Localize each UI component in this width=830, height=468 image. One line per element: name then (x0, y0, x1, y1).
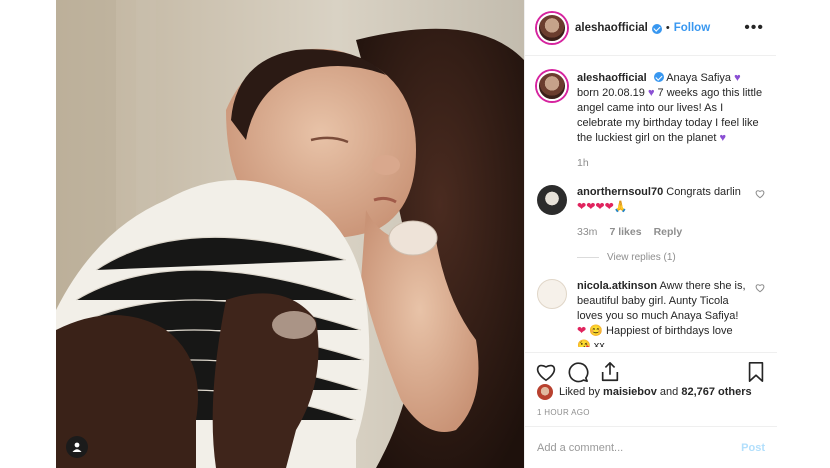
caption-text-2: born 20.08.19 (577, 87, 645, 99)
purple-heart-icon: ♥ (647, 87, 655, 99)
header-separator: • (665, 21, 670, 34)
view-replies-link[interactable]: View replies (1) (577, 250, 749, 265)
post-comment-button[interactable]: Post (741, 442, 765, 454)
comments-list[interactable]: aleshaofficial Anaya Safiya ♥ born 20.08… (525, 57, 777, 347)
author-avatar[interactable] (537, 12, 567, 43)
follow-button[interactable]: Follow (674, 22, 710, 34)
kiss-emoji-icon: 😘 (577, 340, 591, 347)
comment-avatar[interactable] (537, 279, 567, 309)
reply-button[interactable]: Reply (654, 225, 683, 240)
likes-prefix: Liked by (559, 386, 600, 398)
action-bar (525, 352, 777, 384)
caption-row: aleshaofficial Anaya Safiya ♥ born 20.08… (537, 71, 765, 171)
likes-summary: Liked by maisiebov and 82,767 others (537, 384, 752, 400)
tagged-user-icon[interactable] (66, 436, 88, 458)
liker-avatar[interactable] (537, 384, 553, 400)
smile-emoji-icon: 😊 (589, 325, 603, 337)
likes-count[interactable]: 82,767 others (681, 386, 751, 398)
more-options-icon[interactable]: ••• (744, 19, 764, 37)
comment-text: Congrats darlin (666, 186, 741, 198)
instagram-post-page: aleshaofficial • Follow ••• aleshaoffici… (0, 0, 830, 468)
comment-bubble-icon[interactable] (567, 361, 589, 383)
verified-badge-icon (653, 72, 664, 82)
comment-like-heart-icon[interactable] (755, 283, 765, 293)
comment-avatar[interactable] (537, 185, 567, 215)
purple-heart-icon: ♥ (734, 72, 741, 84)
add-comment-bar: Post (525, 426, 777, 468)
caption-text-1: Anaya Safiya (666, 72, 732, 84)
like-heart-icon[interactable] (535, 361, 557, 383)
post-photo[interactable] (56, 0, 524, 468)
comment-likes[interactable]: 7 likes (609, 225, 641, 240)
red-heart-icon: ❤ (577, 325, 587, 337)
likes-middle: and (659, 386, 679, 398)
comment-row: nicola.atkinson Aww there she is, beauti… (537, 279, 765, 347)
post-timestamp: 1 HOUR AGO (537, 408, 590, 417)
comment-username[interactable]: nicola.atkinson (577, 280, 657, 292)
post-sidebar: aleshaofficial • Follow ••• aleshaoffici… (524, 0, 777, 468)
comment-username[interactable]: anorthernsoul70 (577, 186, 663, 198)
comment-row: anorthernsoul70 Congrats darlin ❤❤❤❤🙏 33… (537, 185, 765, 265)
add-comment-input[interactable] (537, 441, 742, 454)
post-header: aleshaofficial • Follow ••• (525, 0, 776, 56)
verified-badge-icon (651, 23, 662, 34)
baby-photo-illustration (56, 0, 524, 468)
author-username[interactable]: aleshaofficial (575, 22, 648, 34)
comment-text-2: Happiest of birthdays love (606, 325, 733, 337)
caption-avatar[interactable] (537, 71, 567, 101)
caption-username[interactable]: aleshaofficial (577, 72, 647, 84)
caption-time: 1h (577, 157, 589, 169)
comment-like-heart-icon[interactable] (755, 189, 765, 199)
comment-text-3: xx (593, 340, 605, 347)
purple-heart-icon: ♥ (719, 132, 727, 144)
liker-username[interactable]: maisiebov (603, 386, 657, 398)
post-card: aleshaofficial • Follow ••• aleshaoffici… (56, 0, 777, 468)
comment-time: 33m (577, 226, 598, 238)
comment-emojis: ❤❤❤❤🙏 (577, 201, 628, 213)
bookmark-icon[interactable] (745, 361, 767, 383)
share-icon[interactable] (599, 361, 621, 383)
